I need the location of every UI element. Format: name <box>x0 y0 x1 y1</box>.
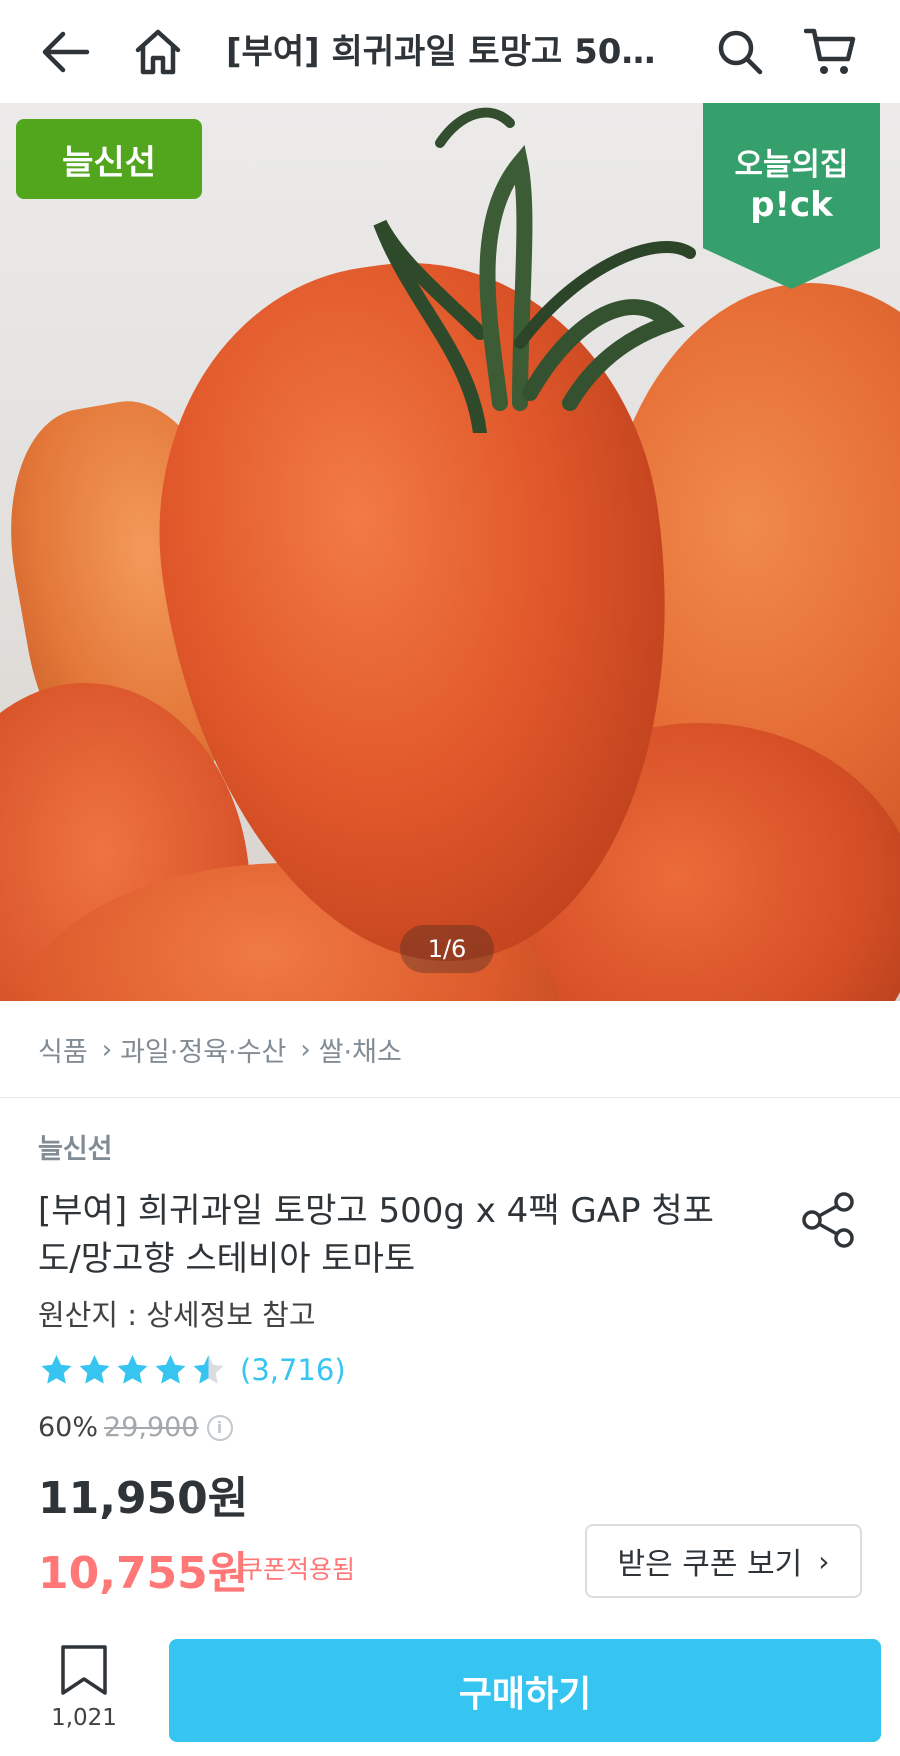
review-count[interactable]: (3,716) <box>240 1353 346 1387</box>
discount-row: 60% 29,900 i <box>38 1412 233 1443</box>
product-title: [부여] 희귀과일 토망고 500g x 4팩 GAP 청포도/망고향 스테비아… <box>38 1191 714 1279</box>
breadcrumb-item[interactable]: 식품 <box>38 1030 88 1069</box>
chevron-right-icon: › <box>818 1544 830 1578</box>
buy-button[interactable]: 구매하기 <box>169 1639 881 1742</box>
view-coupons-button[interactable]: 받은 쿠폰 보기 › <box>585 1524 862 1598</box>
sale-price: 11,950원 <box>38 1473 249 1524</box>
search-icon <box>718 30 763 75</box>
info-icon[interactable]: i <box>206 1414 233 1441</box>
brand-badge: 늘신선 <box>16 119 202 199</box>
discount-rate: 60% <box>38 1412 99 1443</box>
star-full-icon <box>155 1355 186 1384</box>
star-full-icon <box>79 1355 110 1384</box>
breadcrumb-item[interactable]: 과일·정육·수산 <box>120 1030 286 1069</box>
image-pager: 1/6 <box>400 925 494 973</box>
tomato-stem-image <box>373 107 696 433</box>
bookmark-icon <box>61 1645 107 1695</box>
brand-name[interactable]: 늘신선 <box>38 1127 113 1166</box>
chevron-right-icon: › <box>101 1034 113 1065</box>
breadcrumb: 식품 › 과일·정육·수산 › 쌀·채소 <box>38 1030 402 1069</box>
star-half-icon <box>193 1355 224 1384</box>
bottom-action-bar: 1,021 구매하기 <box>0 1625 900 1756</box>
section-divider <box>0 1097 900 1098</box>
search-button[interactable] <box>710 22 770 82</box>
home-button[interactable] <box>128 22 188 82</box>
pick-badge-line1: 오늘의집 <box>734 147 849 183</box>
coupon-applied-label: 쿠폰적용됨 <box>240 1555 356 1584</box>
share-button[interactable] <box>800 1190 856 1250</box>
pick-badge-line2: p!ck <box>750 185 833 225</box>
coupon-price: 10,755원 <box>38 1548 249 1599</box>
bookmark-button[interactable]: 1,021 <box>48 1643 120 1731</box>
cart-icon <box>804 28 856 74</box>
star-rating <box>38 1352 228 1388</box>
star-full-icon <box>41 1355 72 1384</box>
page-title: [부여] 희귀과일 토망고 500g x 4팩 GAP 청포도/망고향 스테비아… <box>226 32 676 72</box>
product-image-carousel[interactable]: 늘신선 오늘의집 p!ck 1/6 <box>0 103 900 1001</box>
chevron-right-icon: › <box>300 1034 311 1065</box>
share-icon <box>802 1192 854 1248</box>
breadcrumb-item[interactable]: 쌀·채소 <box>319 1030 402 1069</box>
back-button[interactable] <box>35 22 95 82</box>
origin-info: 원산지 : 상세정보 참고 <box>38 1298 316 1332</box>
star-full-icon <box>117 1355 148 1384</box>
cart-button[interactable] <box>800 22 860 82</box>
rating-row[interactable]: (3,716) <box>38 1352 346 1388</box>
arrow-left-icon <box>42 31 90 73</box>
original-price: 29,900 <box>104 1412 199 1443</box>
bookmark-count: 1,021 <box>51 1705 117 1731</box>
view-coupons-label: 받은 쿠폰 보기 <box>617 1547 803 1582</box>
top-nav-bar: [부여] 희귀과일 토망고 500g x 4팩 GAP 청포도/망고향 스테비아… <box>0 0 900 103</box>
home-icon <box>135 29 181 75</box>
